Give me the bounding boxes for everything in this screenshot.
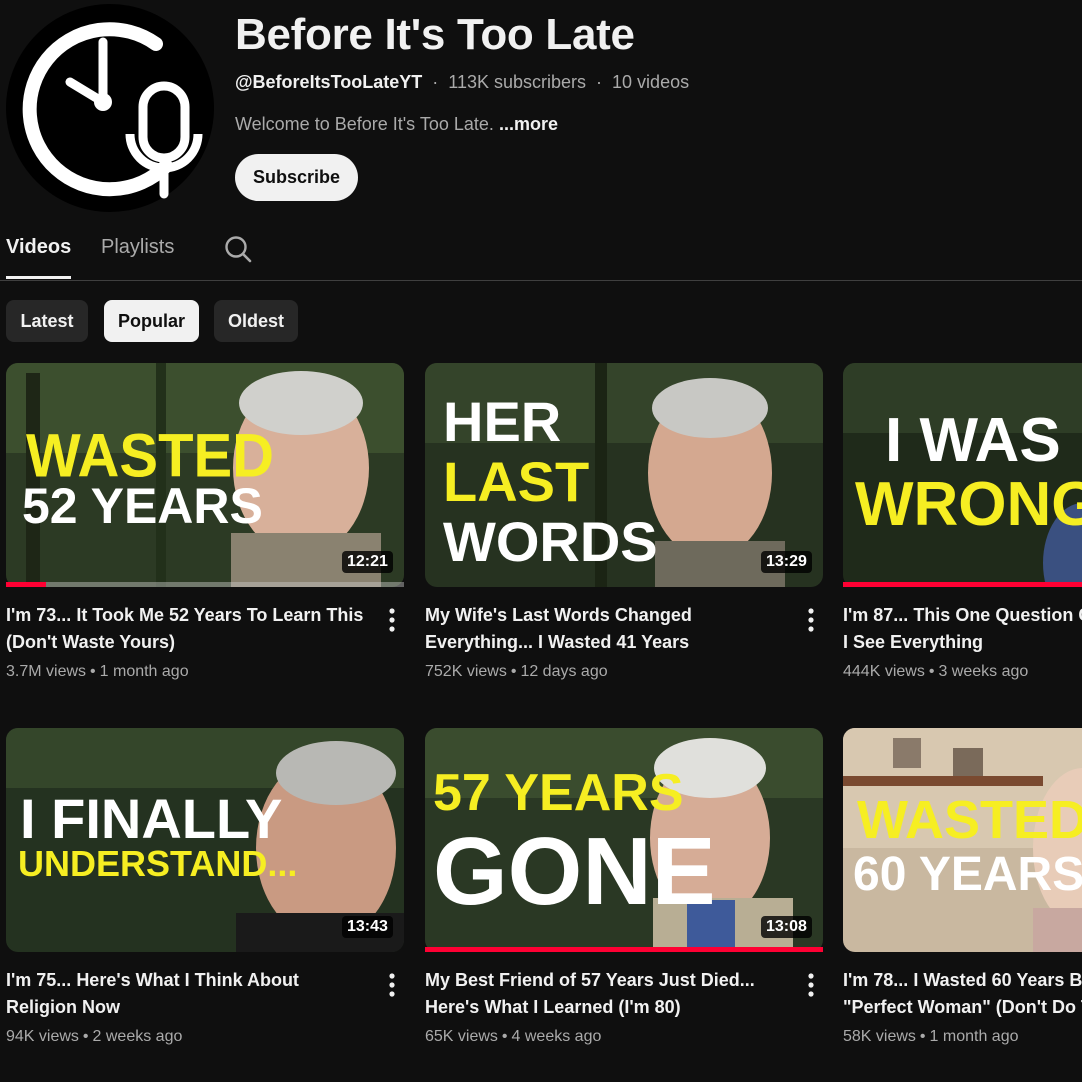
upload-age: 12 days ago xyxy=(520,663,608,680)
upload-age: 1 month ago xyxy=(99,663,189,680)
video-meta: 444K views • 3 weeks ago xyxy=(843,663,1029,680)
video-count: 10 videos xyxy=(612,72,690,92)
search-icon[interactable] xyxy=(223,234,253,264)
watch-progress-fill xyxy=(843,582,1082,587)
channel-meta: @BeforeItsTooLateYT · 113K subscribers ·… xyxy=(235,72,689,93)
tab-playlists[interactable]: Playlists xyxy=(101,236,174,278)
subscribe-button[interactable]: Subscribe xyxy=(235,154,358,201)
video-meta: 3.7M views • 1 month ago xyxy=(6,663,189,680)
thumb-line2: WRONG! xyxy=(855,470,1082,539)
chip-popular[interactable]: Popular xyxy=(104,300,199,342)
meta-separator: · xyxy=(432,72,439,92)
view-count: 752K views xyxy=(425,663,507,680)
video-title[interactable]: I'm 78... I Wasted 60 Years Being The "P… xyxy=(843,967,1082,1021)
thumb-line1: I WAS xyxy=(885,406,1061,475)
video-title[interactable]: I'm 87... This One Question Changed How … xyxy=(843,602,1082,656)
view-count: 3.7M views xyxy=(6,663,87,680)
video-title[interactable]: My Best Friend of 57 Years Just Died... … xyxy=(425,967,785,1021)
video-title[interactable]: I'm 75... Here's What I Think About Reli… xyxy=(6,967,366,1021)
subscriber-count: 113K subscribers xyxy=(448,72,586,92)
video-duration: 12:21 xyxy=(342,551,393,573)
video-meta: 752K views • 12 days ago xyxy=(425,663,608,680)
video-meta: 58K views • 1 month ago xyxy=(843,1028,1019,1045)
more-options-icon[interactable] xyxy=(384,972,400,998)
watch-progress xyxy=(425,947,823,952)
more-options-icon[interactable] xyxy=(803,607,819,633)
thumb-line1: WASTED xyxy=(857,790,1082,850)
channel-tabs: Videos Playlists xyxy=(0,226,1082,281)
watch-progress xyxy=(6,582,404,587)
video-meta: 94K views • 2 weeks ago xyxy=(6,1028,183,1045)
video-title[interactable]: My Wife's Last Words Changed Everything.… xyxy=(425,602,785,656)
video-card[interactable]: WASTED 60 YEARS I'm 78... I Wasted 60 Ye… xyxy=(843,728,1082,1068)
chip-latest[interactable]: Latest xyxy=(6,300,88,342)
description-text: Welcome to Before It's Too Late. xyxy=(235,114,494,134)
thumb-line2: 52 YEARS xyxy=(22,478,263,534)
thumb-line2: LAST xyxy=(443,450,589,513)
chip-oldest[interactable]: Oldest xyxy=(214,300,298,342)
video-duration: 13:08 xyxy=(761,916,812,938)
upload-age: 1 month ago xyxy=(929,1028,1019,1045)
video-thumbnail[interactable]: WASTED 60 YEARS xyxy=(843,728,1082,952)
thumb-line2: 60 YEARS xyxy=(853,848,1082,901)
video-duration: 13:29 xyxy=(761,551,812,573)
upload-age: 2 weeks ago xyxy=(92,1028,183,1045)
meta-separator: · xyxy=(596,72,603,92)
channel-avatar[interactable] xyxy=(6,4,214,212)
video-card[interactable]: I WAS WRONG! I'm 87... This One Question… xyxy=(843,363,1082,703)
thumb-line3: WORDS xyxy=(443,510,658,573)
channel-description[interactable]: Welcome to Before It's Too Late. ...more xyxy=(235,114,558,135)
video-meta: 65K views • 4 weeks ago xyxy=(425,1028,602,1045)
watch-progress-fill xyxy=(425,947,823,952)
thumb-line1: 57 YEARS xyxy=(433,764,684,822)
upload-age: 3 weeks ago xyxy=(938,663,1029,680)
channel-name: Before It's Too Late xyxy=(235,10,635,59)
more-options-icon[interactable] xyxy=(384,607,400,633)
view-count: 444K views xyxy=(843,663,925,680)
tab-videos[interactable]: Videos xyxy=(6,236,72,279)
thumb-line1: HER xyxy=(443,390,561,453)
watch-progress-fill xyxy=(6,582,46,587)
thumb-line1: I FINALLY xyxy=(20,787,282,850)
video-thumbnail[interactable]: I WAS WRONG! xyxy=(843,363,1082,587)
more-link[interactable]: ...more xyxy=(499,114,558,134)
video-title[interactable]: I'm 73... It Took Me 52 Years To Learn T… xyxy=(6,602,366,656)
thumb-line2: UNDERSTAND... xyxy=(18,843,297,884)
channel-handle[interactable]: @BeforeItsTooLateYT xyxy=(235,72,422,92)
thumb-line2: GONE xyxy=(433,818,716,925)
view-count: 94K views xyxy=(6,1028,79,1045)
upload-age: 4 weeks ago xyxy=(511,1028,602,1045)
view-count: 65K views xyxy=(425,1028,498,1045)
watch-progress xyxy=(843,582,1082,587)
more-options-icon[interactable] xyxy=(803,972,819,998)
video-duration: 13:43 xyxy=(342,916,393,938)
view-count: 58K views xyxy=(843,1028,916,1045)
